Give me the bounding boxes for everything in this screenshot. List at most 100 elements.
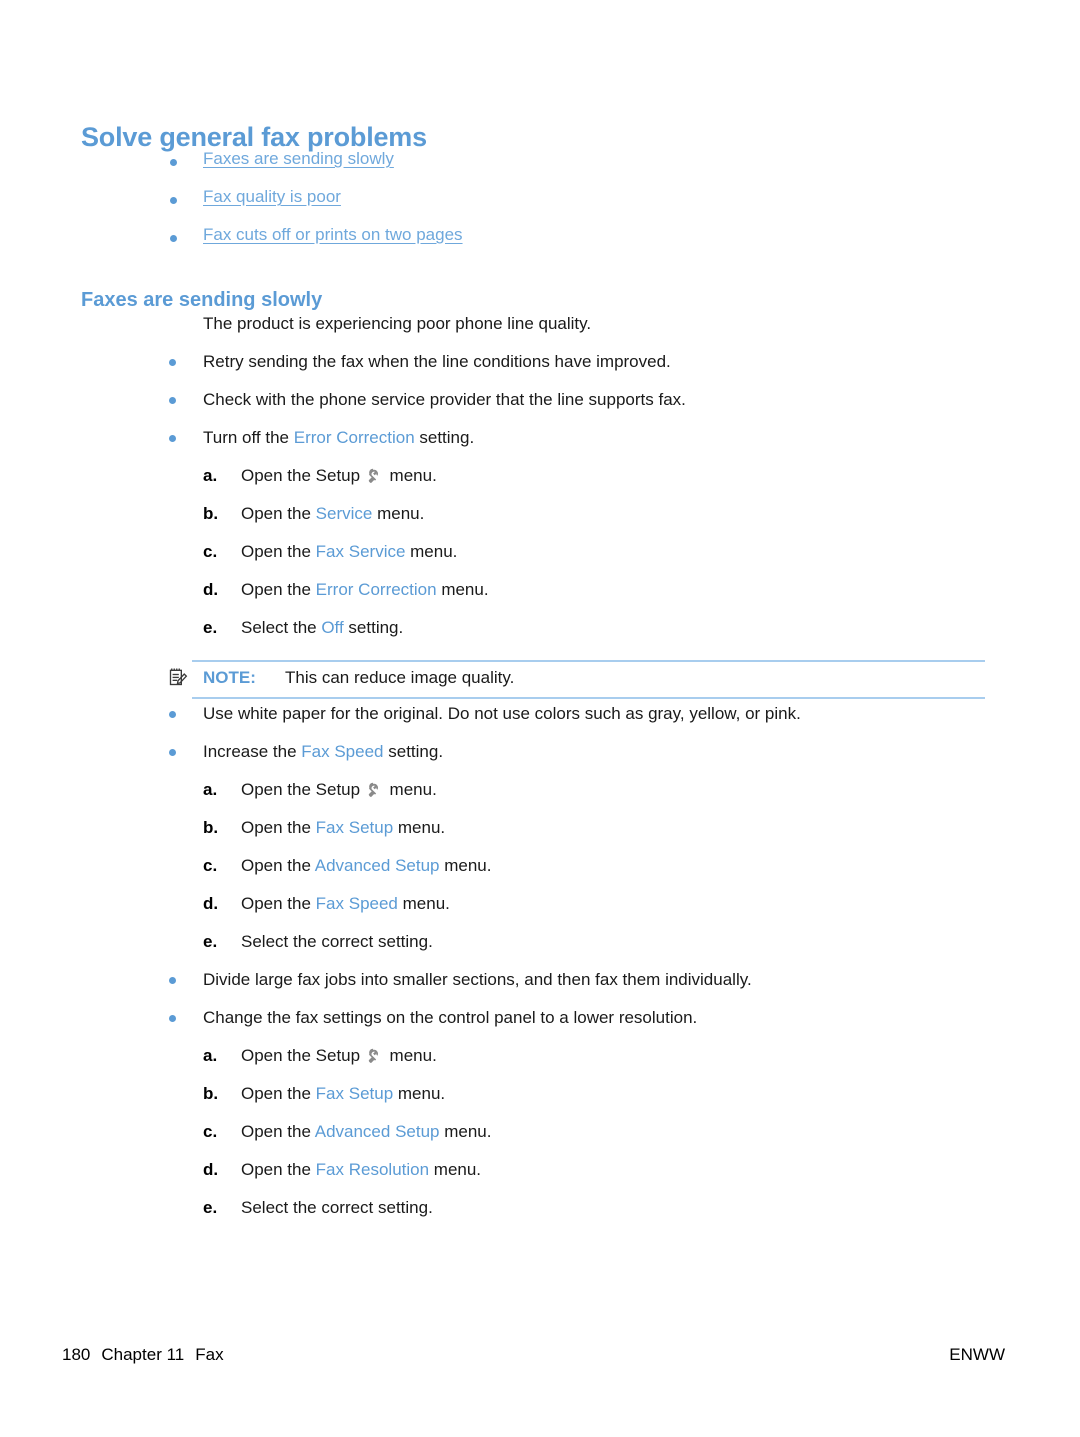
body-text: Open the [241,894,316,913]
bullet-text: Increase the Fax Speed setting. [203,742,443,761]
bullet-dot-icon [170,159,177,166]
body-text: Open the Setup [241,466,365,485]
bullet-text: Change the fax settings on the control p… [203,1008,697,1027]
footer-page-number: 180 [62,1345,91,1364]
body-text: Check with the phone service provider th… [203,390,686,409]
body-text: Open the Setup [241,780,365,799]
note-label: NOTE: [203,668,256,687]
body-text: setting. [383,742,444,761]
ui-menu-name: Error Correction [315,580,437,599]
body-text: menu. [384,466,437,485]
body-text: Open the Setup [241,1046,365,1065]
lettered-step-item: b. Open the Fax Setup menu. [203,1082,1080,1120]
note-rule-bottom [192,697,985,699]
step-text: Open the Fax Setup menu. [241,818,445,837]
document-page: Solve general fax problems Faxes are sen… [0,0,1080,1437]
step-text: Open the Advanced Setup menu. [241,856,491,875]
lettered-step-item: a. Open the Setup menu. [203,1044,1080,1082]
ui-menu-name: Advanced Setup [314,856,440,875]
lettered-step-item: e. Select the correct setting. [203,1196,1080,1234]
footer-locale: ENWW [949,1345,1005,1364]
step-text: Select the Off setting. [241,618,403,637]
body-text: setting. [414,428,475,447]
step-text: Open the Setup menu. [241,466,437,485]
bullet-list-item: Turn off the Error Correction setting. [0,426,1080,464]
step-list-wrapper: a. Open the Setup menu. b. Open the Service… [203,464,1080,654]
step-marker: a. [203,1046,218,1065]
step-text: Open the Setup menu. [241,1046,437,1065]
body-text: Open the [241,1160,316,1179]
note-rule-top [192,660,985,662]
body-text: Select the correct setting. [241,1198,433,1217]
step-marker: c. [203,542,218,561]
body-text: Select the [241,618,322,637]
body-text: Open the [241,580,316,599]
body-text: Open the [241,856,315,875]
ui-menu-name: Fax Resolution [315,1160,430,1179]
body-text: Retry sending the fax when the line cond… [203,352,671,371]
lettered-step-item: a. Open the Setup menu. [203,464,1080,502]
lettered-step-item: a. Open the Setup menu. [203,778,1080,816]
step-text: Select the correct setting. [241,932,433,951]
content-flow: The product is experiencing poor phone l… [0,312,1080,1234]
body-text: Divide large fax jobs into smaller secti… [203,970,752,989]
toc-item[interactable]: Faxes are sending slowly [165,148,985,186]
wrench-icon [368,468,378,483]
step-marker: d. [203,894,219,913]
intro-paragraph: The product is experiencing poor phone l… [203,314,592,333]
bullet-dot-icon [169,359,176,366]
lettered-step-item: c. Open the Advanced Setup menu. [203,854,1080,892]
body-text: menu. [372,504,425,523]
toc-item[interactable]: Fax cuts off or prints on two pages [165,224,985,262]
body-text: setting. [343,618,404,637]
section-heading: Faxes are sending slowly [81,288,323,311]
wrench-icon [368,782,378,797]
lettered-step-list: a. Open the Setup menu. b. Open the Fax Set… [203,1044,1080,1234]
step-text: Open the Fax Service menu. [241,542,457,561]
toc-link[interactable]: Fax quality is poor [203,186,341,208]
section-link-list: Faxes are sending slowly Fax quality is p… [165,148,985,262]
bullet-text: Retry sending the fax when the line cond… [203,352,671,371]
step-text: Open the Advanced Setup menu. [241,1122,491,1141]
lettered-step-item: b. Open the Fax Setup menu. [203,816,1080,854]
toc-item[interactable]: Fax quality is poor [165,186,985,224]
step-list-wrapper: a. Open the Setup menu. b. Open the Fax Set… [203,1044,1080,1234]
step-marker: a. [203,780,218,799]
toc-link[interactable]: Fax cuts off or prints on two pages [203,224,463,246]
note-callout: NOTE: This can reduce image quality. [0,654,1080,702]
step-marker: c. [203,1122,218,1141]
step-marker: b. [203,504,219,523]
lettered-step-list: a. Open the Setup menu. b. Open the Fax Set… [203,778,1080,968]
bullet-list-item: Change the fax settings on the control p… [0,1006,1080,1044]
bullet-dot-icon [169,1015,176,1022]
ui-menu-name: Fax Setup [315,818,394,837]
step-list-wrapper: a. Open the Setup menu. b. Open the Fax Set… [203,778,1080,968]
body-text: Open the [241,818,316,837]
ui-menu-name: Service [315,504,373,523]
body-text: Use white paper for the original. Do not… [203,704,801,723]
toc-link[interactable]: Faxes are sending slowly [203,148,394,170]
body-text: Select the correct setting. [241,932,433,951]
bullet-text: Check with the phone service provider th… [203,390,686,409]
body-text: Open the [241,1084,316,1103]
step-marker: a. [203,466,218,485]
lettered-step-item: b. Open the Service menu. [203,502,1080,540]
body-text: Turn off the [203,428,294,447]
ui-menu-name: Off [321,618,344,637]
body-text: menu. [384,780,437,799]
ui-menu-name: Error Correction [293,428,415,447]
bullet-dot-icon [169,749,176,756]
step-marker: e. [203,618,218,637]
bullet-list-item: Retry sending the fax when the line cond… [0,350,1080,388]
body-text: Open the [241,1122,315,1141]
bullet-text: Turn off the Error Correction setting. [203,428,474,447]
bullet-list-item: Increase the Fax Speed setting. [0,740,1080,778]
step-marker: d. [203,1160,219,1179]
body-text: menu. [397,894,450,913]
bullet-dot-icon [170,235,177,242]
body-text: menu. [393,1084,446,1103]
body-text: Increase the [203,742,302,761]
body-text: menu. [405,542,458,561]
step-text: Open the Fax Resolution menu. [241,1160,481,1179]
step-text: Open the Setup menu. [241,780,437,799]
